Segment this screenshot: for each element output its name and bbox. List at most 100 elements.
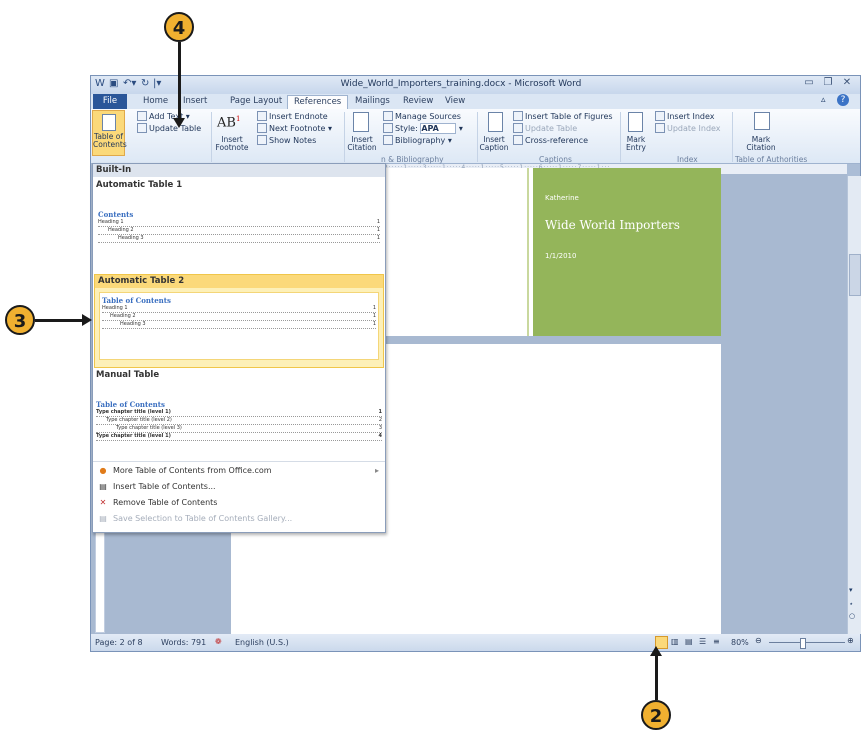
cross-reference-button[interactable]: Cross-reference: [513, 135, 588, 145]
proofing-icon[interactable]: ❁: [215, 637, 222, 646]
insert-footnote-button[interactable]: Insert Footnote: [215, 136, 249, 152]
remove-toc-menu-item[interactable]: ✕ Remove Table of Contents: [93, 496, 385, 510]
endnote-icon: [257, 111, 267, 121]
tab-mailings[interactable]: Mailings: [349, 95, 396, 108]
mark-entry-button[interactable]: Mark Entry: [623, 136, 649, 152]
save-selection-to-gallery-menu-item[interactable]: ▤ Save Selection to Table of Contents Gal…: [93, 512, 385, 526]
callout-4-arrow-head: [173, 118, 185, 128]
full-screen-reading-icon[interactable]: ▥: [671, 637, 679, 646]
auto1-row: Heading 3 1: [98, 235, 380, 243]
insert-index-button[interactable]: Insert Index: [655, 111, 715, 121]
more-toc-label: More Table of Contents from Office.com: [113, 466, 272, 475]
manual-row: Type chapter title (level 1) 4: [96, 433, 382, 441]
insert-table-of-figures-label: Insert Table of Figures: [525, 112, 613, 121]
language-indicator[interactable]: English (U.S.): [235, 638, 289, 647]
manual-toc-heading: Table of Contents: [96, 400, 165, 409]
insert-caption-button[interactable]: Insert Caption: [479, 136, 509, 152]
manage-sources-button[interactable]: Manage Sources: [383, 111, 461, 121]
save-icon[interactable]: ▣: [109, 78, 118, 89]
tab-insert[interactable]: Insert: [177, 95, 213, 108]
insert-footnote-icon[interactable]: AB1: [217, 115, 240, 130]
word-count[interactable]: Words: 791: [161, 638, 206, 647]
tab-references[interactable]: References: [287, 95, 349, 109]
cover-company: Wide World Importers: [545, 218, 680, 232]
update-table-captions-label: Update Table: [525, 124, 578, 133]
auto1-row-text: Heading 1: [98, 219, 124, 225]
zoom-slider[interactable]: [769, 642, 845, 643]
zoom-out-icon[interactable]: ⊖: [755, 636, 762, 645]
save-to-gallery-icon: ▤: [99, 514, 107, 523]
word-app-icon[interactable]: W: [95, 78, 105, 89]
ribbon-references: Table of Contents Add Text ▾ Update Tabl…: [91, 109, 860, 164]
auto1-row-page: 1: [376, 235, 380, 241]
auto2-row: Heading 2 1: [102, 313, 376, 321]
manual-row-page: 2: [378, 417, 382, 423]
automatic-table-2-option[interactable]: Automatic Table 2 Table of Contents Head…: [94, 274, 384, 368]
tab-view[interactable]: View: [439, 95, 471, 108]
scroll-down-icon[interactable]: ▾: [849, 586, 853, 594]
tab-review[interactable]: Review: [397, 95, 439, 108]
update-table-button[interactable]: Update Table: [137, 123, 201, 133]
web-layout-icon[interactable]: ▤: [685, 637, 693, 646]
insert-table-of-figures-button[interactable]: Insert Table of Figures: [513, 111, 613, 121]
zoom-slider-thumb[interactable]: [800, 638, 806, 649]
tab-page-layout[interactable]: Page Layout: [224, 95, 288, 108]
table-of-contents-button[interactable]: Table of Contents: [92, 110, 127, 156]
auto2-row-text: Heading 2: [110, 313, 136, 319]
next-footnote-button[interactable]: Next Footnote ▾: [257, 123, 332, 133]
bibliography-button[interactable]: Bibliography ▾: [383, 135, 452, 145]
update-index-label: Update Index: [667, 124, 721, 133]
style-icon: [383, 123, 393, 133]
page-count[interactable]: Page: 2 of 8: [95, 638, 143, 647]
automatic-table-1-option[interactable]: Contents Heading 1 1 Heading 2 1 Heading 3…: [98, 210, 380, 266]
show-notes-button[interactable]: Show Notes: [257, 135, 316, 145]
scroll-thumb[interactable]: [849, 254, 861, 296]
auto2-row-page: 1: [372, 305, 376, 311]
mark-entry-icon: [628, 112, 643, 132]
update-index-button[interactable]: Update Index: [655, 123, 721, 133]
style-value[interactable]: APA: [420, 123, 457, 134]
insert-citation-button[interactable]: Insert Citation: [345, 136, 379, 152]
manage-sources-label: Manage Sources: [395, 112, 461, 121]
auto2-preview: Table of Contents Heading 11 Heading 21 …: [99, 292, 379, 360]
callout-2: 2: [641, 700, 671, 730]
close-icon[interactable]: ✕: [839, 77, 855, 88]
vertical-scrollbar[interactable]: ▾ ⋆ ○: [847, 176, 861, 634]
mark-citation-button[interactable]: Mark Citation: [741, 136, 781, 152]
ab-glyph: AB: [217, 115, 236, 131]
more-toc-from-office-menu-item[interactable]: ● More Table of Contents from Office.com ▸: [93, 464, 385, 478]
add-text-icon: [137, 111, 147, 121]
minimize-ribbon-icon[interactable]: ▵: [821, 95, 826, 105]
zoom-level[interactable]: 80%: [731, 638, 749, 647]
manual-row-text: Type chapter title (level 3): [116, 425, 182, 431]
manual-row-page: 1: [378, 409, 382, 415]
prev-page-icon[interactable]: ⋆: [849, 600, 853, 608]
tab-home[interactable]: Home: [137, 95, 174, 108]
callout-3-arrow-line: [35, 319, 83, 322]
manual-table-option[interactable]: Table of Contents Type chapter title (le…: [96, 400, 382, 454]
help-icon[interactable]: ?: [837, 94, 849, 106]
customize-qat-icon[interactable]: |▾: [153, 78, 161, 89]
outline-view-icon[interactable]: ☰: [699, 637, 706, 646]
tab-file[interactable]: File: [93, 94, 127, 109]
toc-gallery-dropdown: Built-In Automatic Table 1 Contents Head…: [92, 163, 386, 533]
minimize-icon[interactable]: ▭: [801, 77, 817, 88]
show-notes-label: Show Notes: [269, 136, 317, 145]
show-notes-icon: [257, 135, 267, 145]
insert-toc-menu-item[interactable]: ▤ Insert Table of Contents...: [93, 480, 385, 494]
redo-icon[interactable]: ↻: [141, 78, 149, 89]
authorities-group-label: Table of Authorities: [735, 155, 808, 164]
restore-icon[interactable]: ❐: [820, 77, 836, 88]
insert-endnote-button[interactable]: Insert Endnote: [257, 111, 328, 121]
manual-table-title: Manual Table: [96, 370, 160, 380]
toc-button-label: Table of Contents: [93, 132, 127, 149]
zoom-in-icon[interactable]: ⊕: [847, 636, 854, 645]
style-selector[interactable]: Style: APA ▾: [383, 123, 463, 134]
undo-icon[interactable]: ↶▾: [123, 78, 136, 89]
auto1-toc-heading: Contents: [98, 210, 134, 219]
browse-object-icon[interactable]: ○: [849, 612, 855, 620]
auto2-toc-heading: Table of Contents: [102, 296, 171, 305]
update-table-captions-button[interactable]: Update Table: [513, 123, 577, 133]
save-to-gallery-label: Save Selection to Table of Contents Gall…: [113, 514, 293, 523]
draft-view-icon[interactable]: ≡: [713, 637, 720, 646]
